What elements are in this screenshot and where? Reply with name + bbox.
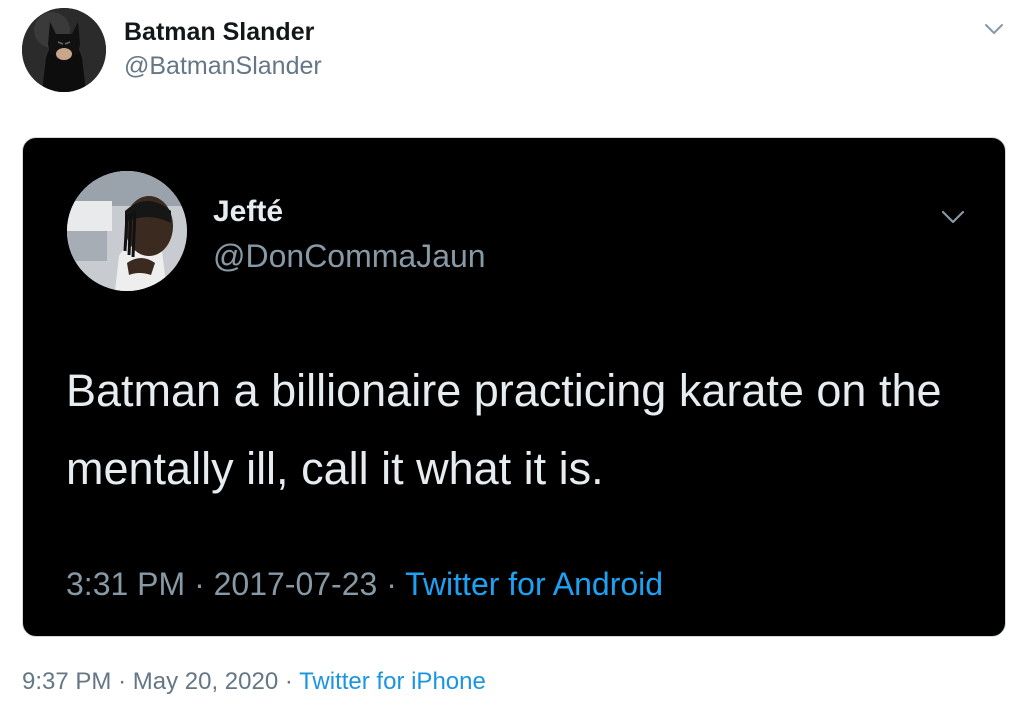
author-name[interactable]: Batman Slander: [124, 18, 314, 47]
batman-avatar-icon: [22, 8, 106, 92]
quoted-tweet-date[interactable]: 2017-07-23: [214, 566, 378, 602]
quoted-tweet-source-link[interactable]: Twitter for Android: [405, 566, 663, 602]
quoted-author-avatar[interactable]: [67, 171, 187, 291]
quoted-author-handle[interactable]: @DonCommaJaun: [213, 238, 486, 275]
person-avatar-icon: [67, 171, 187, 291]
chevron-down-icon[interactable]: [936, 204, 970, 230]
quoted-tweet-meta: 3:31 PM · 2017-07-23 · Twitter for Andro…: [66, 566, 663, 603]
tweet-source-link[interactable]: Twitter for iPhone: [299, 668, 486, 695]
meta-separator: ·: [194, 566, 205, 602]
quoted-tweet-time[interactable]: 3:31 PM: [66, 566, 185, 602]
chevron-down-icon[interactable]: [980, 18, 1008, 40]
quoted-tweet-card[interactable]: Jefté @DonCommaJaun Batman a billionaire…: [22, 137, 1006, 637]
author-handle[interactable]: @BatmanSlander: [124, 52, 322, 81]
quoted-tweet-text: Batman a billionaire practicing karate o…: [66, 365, 942, 494]
quoted-author-name[interactable]: Jefté: [213, 195, 283, 229]
meta-separator: ·: [118, 668, 127, 695]
meta-separator: ·: [284, 668, 293, 695]
meta-separator: ·: [386, 566, 397, 602]
tweet-meta: 9:37 PM · May 20, 2020 · Twitter for iPh…: [22, 668, 486, 696]
tweet-date[interactable]: May 20, 2020: [133, 668, 278, 695]
tweet: Batman Slander @BatmanSlander Jefté @Don…: [0, 0, 1024, 707]
author-avatar[interactable]: [22, 8, 106, 92]
tweet-time[interactable]: 9:37 PM: [22, 668, 111, 695]
